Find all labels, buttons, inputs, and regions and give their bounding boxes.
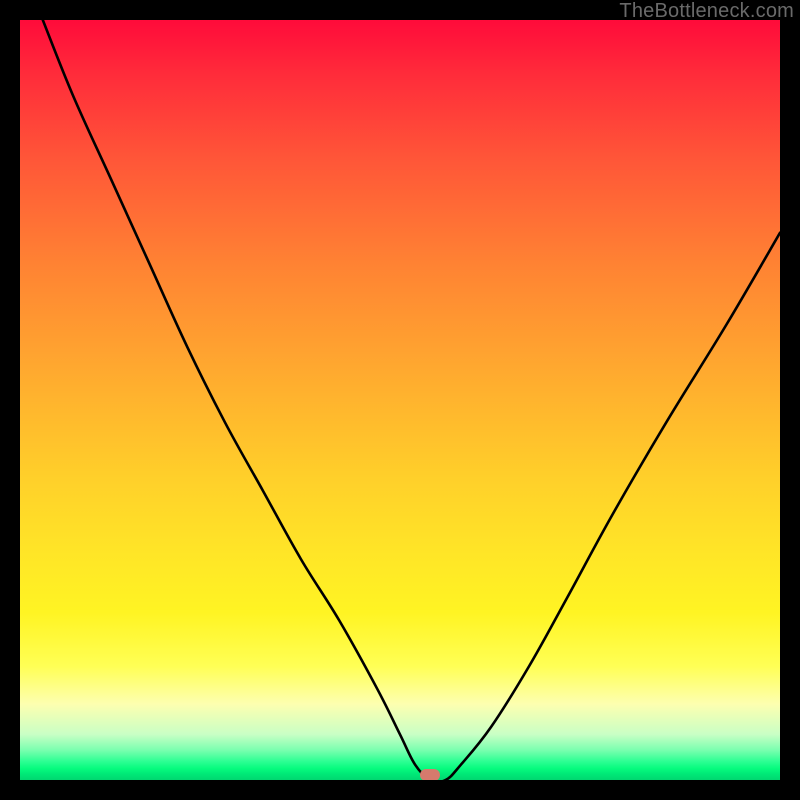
chart-frame: TheBottleneck.com xyxy=(0,0,800,800)
bottleneck-curve xyxy=(20,20,780,780)
attribution-watermark: TheBottleneck.com xyxy=(619,0,794,23)
plot-area xyxy=(20,20,780,780)
optimal-point-marker xyxy=(420,769,440,780)
